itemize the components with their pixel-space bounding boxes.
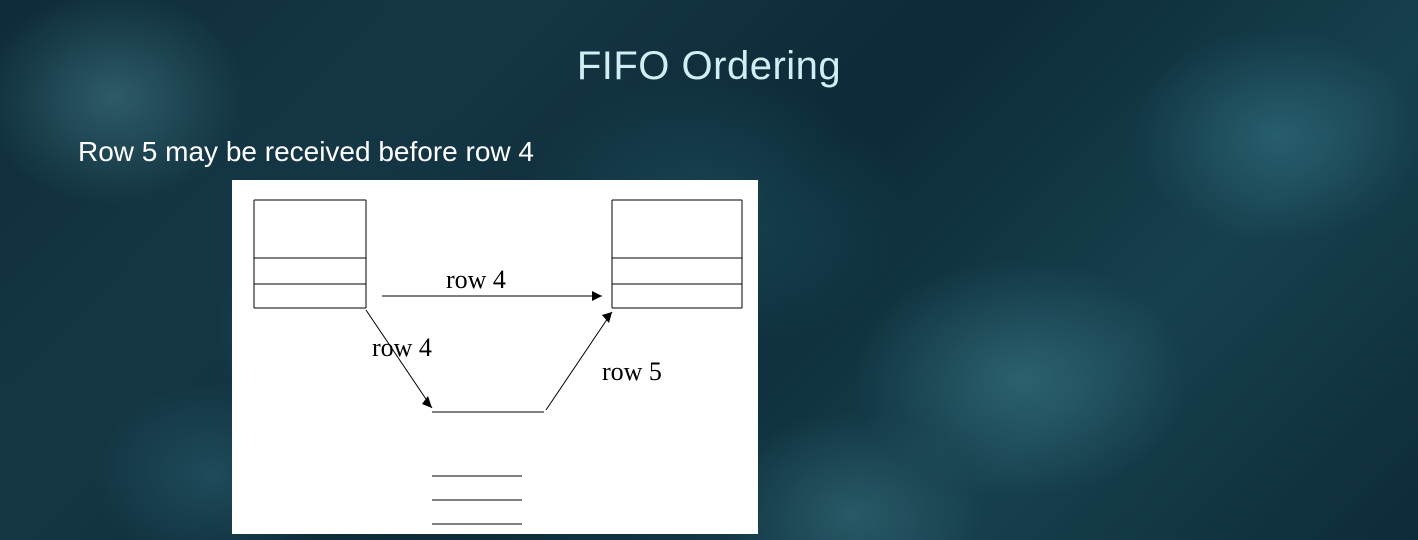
left-stack — [254, 200, 366, 308]
label-row5-right: row 5 — [602, 357, 662, 386]
arrow-row4-left: row 4 — [366, 310, 432, 408]
fifo-diagram: row 4 row 4 row 5 — [232, 180, 758, 534]
label-row4-left: row 4 — [372, 333, 432, 362]
slide-title: FIFO Ordering — [0, 44, 1418, 89]
middle-stack — [432, 412, 544, 524]
slide-subtitle: Row 5 may be received before row 4 — [78, 136, 534, 168]
label-row4-top: row 4 — [446, 265, 506, 294]
fifo-diagram-svg: row 4 row 4 row 5 — [232, 180, 758, 534]
arrow-row5-right: row 5 — [546, 312, 662, 410]
right-stack — [612, 200, 742, 308]
arrow-row4-top: row 4 — [382, 265, 602, 301]
